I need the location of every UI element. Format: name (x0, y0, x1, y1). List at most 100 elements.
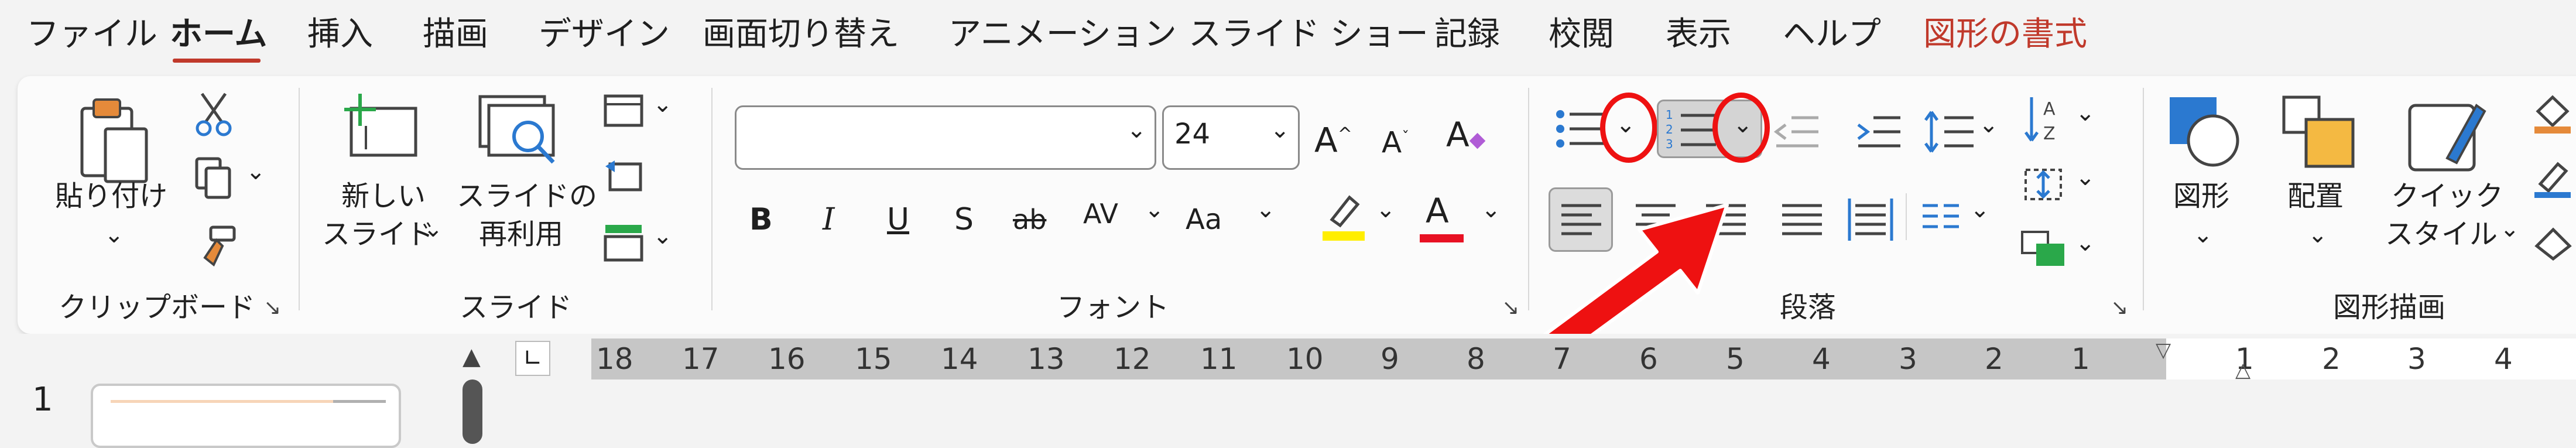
italic-icon[interactable]: I (823, 199, 835, 240)
tab-review[interactable]: 校閲 (1549, 14, 1614, 55)
line-spacing-icon[interactable] (1923, 108, 1976, 155)
shapes-icon[interactable] (2166, 94, 2242, 170)
font-size-combo[interactable]: 24 ⌄ (1162, 105, 1300, 170)
shape-effects-icon[interactable] (2532, 223, 2573, 264)
svg-text:1: 1 (1666, 108, 1673, 122)
arrange-chevron-icon[interactable]: ⌄ (2308, 221, 2328, 248)
reuse-slides-label-1[interactable]: スライドの (457, 179, 597, 214)
tab-slideshow[interactable]: スライド ショー (1188, 14, 1429, 55)
arrange-icon[interactable] (2280, 94, 2356, 170)
ruler-tick: 2 (1985, 342, 2003, 376)
format-painter-icon[interactable] (193, 223, 240, 269)
shapes-label[interactable]: 図形 (2160, 179, 2242, 214)
thumbnail-scrollbar[interactable] (463, 379, 482, 444)
smartart-icon[interactable] (2020, 228, 2067, 269)
quick-styles-chevron-icon[interactable]: ⌄ (2500, 216, 2520, 242)
cut-icon[interactable] (193, 91, 234, 138)
character-spacing-chevron-icon[interactable]: ⌄ (1145, 196, 1164, 223)
layout-chevron-icon[interactable]: ⌄ (653, 91, 673, 118)
section-chevron-icon[interactable]: ⌄ (653, 223, 673, 249)
hanging-indent-marker[interactable]: △ (2235, 358, 2250, 382)
highlight-color-icon[interactable] (1320, 190, 1367, 243)
distributed-icon[interactable] (1847, 196, 1894, 243)
copy-chevron-icon[interactable]: ⌄ (246, 158, 266, 185)
font-size-chevron-icon[interactable]: ⌄ (1270, 117, 1290, 143)
shapes-chevron-icon[interactable]: ⌄ (2193, 221, 2213, 248)
tab-view[interactable]: 表示 (1666, 14, 1731, 55)
change-case-chevron-icon[interactable]: ⌄ (1256, 196, 1276, 223)
tab-insert[interactable]: 挿入 (307, 14, 373, 55)
columns-icon[interactable] (1920, 202, 1961, 231)
font-name-combo[interactable]: ⌄ (735, 105, 1156, 170)
horizontal-ruler-text-area[interactable] (2166, 338, 2576, 379)
tab-draw[interactable]: 描画 (423, 14, 488, 55)
text-direction-chevron-icon[interactable]: ⌄ (2075, 100, 2095, 126)
align-text-icon[interactable] (2020, 164, 2067, 205)
new-slide-label-1[interactable]: 新しい (334, 179, 433, 214)
active-tab-indicator (173, 59, 261, 63)
numbering-icon[interactable]: 1 2 3 (1666, 108, 1718, 152)
reuse-slides-icon[interactable] (474, 91, 562, 167)
highlight-chevron-icon[interactable]: ⌄ (1376, 196, 1396, 223)
paragraph-launcher-icon[interactable]: ↘ (2111, 296, 2128, 320)
decrease-indent-icon[interactable] (1774, 114, 1821, 149)
character-spacing-icon[interactable]: AV (1083, 193, 1118, 234)
copy-icon[interactable] (193, 155, 234, 202)
new-slide-chevron-icon[interactable]: ⌄ (423, 216, 443, 242)
new-slide-icon[interactable] (340, 91, 422, 161)
grow-font-icon[interactable]: A^ (1314, 114, 1352, 160)
clear-formatting-icon[interactable]: A◆ (1446, 114, 1485, 160)
tab-shape-format[interactable]: 図形の書式 (1923, 14, 2087, 55)
justify-icon[interactable] (1780, 202, 1824, 237)
quick-styles-icon[interactable] (2406, 94, 2488, 176)
columns-chevron-icon[interactable]: ⌄ (1970, 196, 1990, 223)
section-icon[interactable] (603, 223, 644, 264)
svg-text:3: 3 (1666, 137, 1673, 151)
shrink-font-icon[interactable]: Aˇ (1382, 117, 1409, 163)
slide-thumbnail[interactable] (91, 384, 401, 448)
new-slide-label-2[interactable]: スライド (322, 217, 434, 252)
tab-home[interactable]: ホーム (170, 14, 267, 55)
quick-styles-label-2[interactable]: スタイル (2377, 217, 2506, 252)
paste-chevron-icon[interactable]: ⌄ (104, 221, 124, 248)
ruler-tick: 15 (855, 342, 892, 376)
clipboard-launcher-icon[interactable]: ↘ (263, 296, 281, 320)
ruler-tick: 4 (2494, 342, 2513, 376)
tab-design[interactable]: デザイン (539, 14, 670, 55)
tab-file[interactable]: ファイル (26, 14, 157, 55)
shape-outline-icon[interactable] (2532, 158, 2573, 199)
change-case-icon[interactable]: Aa (1186, 199, 1222, 240)
first-line-indent-marker[interactable]: ▽ (2156, 338, 2171, 362)
group-label-clipboard: クリップボード (59, 291, 256, 324)
tab-animations[interactable]: アニメーション (948, 14, 1177, 55)
shape-fill-icon[interactable] (2532, 94, 2573, 135)
font-color-chevron-icon[interactable]: ⌄ (1481, 196, 1501, 223)
tab-record[interactable]: 記録 (1434, 14, 1500, 55)
scroll-up-icon[interactable]: ▲ (463, 343, 481, 370)
tab-stop-selector[interactable]: ∟ (515, 341, 550, 376)
increase-indent-icon[interactable] (1856, 114, 1903, 149)
paste-icon[interactable] (76, 94, 152, 187)
font-name-chevron-icon[interactable]: ⌄ (1126, 117, 1146, 143)
paste-label[interactable]: 貼り付け (53, 179, 170, 214)
text-direction-icon[interactable]: A Z (2020, 94, 2067, 146)
align-text-chevron-icon[interactable]: ⌄ (2075, 164, 2095, 191)
tab-help[interactable]: ヘルプ (1783, 14, 1881, 55)
line-spacing-chevron-icon[interactable]: ⌄ (1979, 111, 1999, 138)
reset-icon[interactable] (603, 158, 644, 193)
tab-transitions[interactable]: 画面切り替え (703, 14, 899, 55)
bullets-icon[interactable] (1554, 108, 1607, 149)
shadow-icon[interactable]: S (954, 199, 974, 240)
horizontal-ruler[interactable] (591, 338, 2166, 379)
arrange-label[interactable]: 配置 (2274, 179, 2356, 214)
strikethrough-icon[interactable]: ab (1013, 199, 1046, 240)
quick-styles-label-1[interactable]: クイック (2383, 179, 2512, 214)
layout-icon[interactable] (603, 94, 644, 129)
font-color-icon[interactable]: A (1426, 190, 1449, 231)
reuse-slides-label-2[interactable]: 再利用 (457, 217, 585, 252)
thumbnail-content (333, 400, 386, 403)
underline-icon[interactable]: U (887, 199, 909, 240)
bold-icon[interactable]: B (749, 199, 773, 240)
ruler-tick: 4 (1812, 342, 1831, 376)
smartart-chevron-icon[interactable]: ⌄ (2075, 230, 2095, 257)
